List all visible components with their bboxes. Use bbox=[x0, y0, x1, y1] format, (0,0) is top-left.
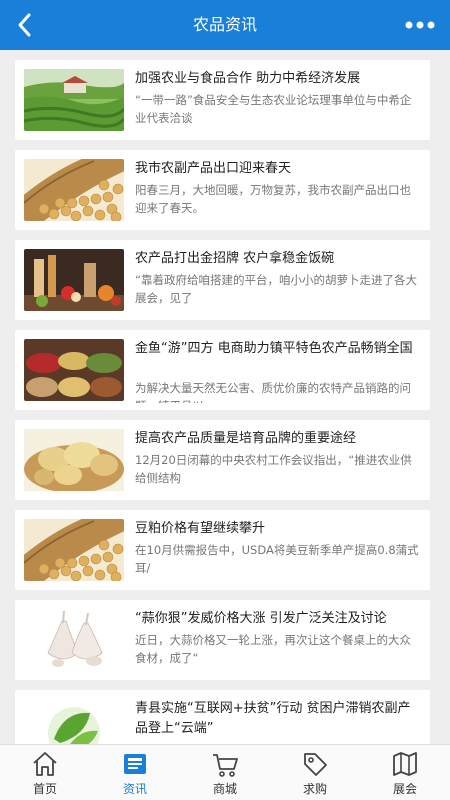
tab-label: 首页 bbox=[32, 782, 57, 796]
garlic-image bbox=[24, 609, 124, 671]
tab-label: 展会 bbox=[392, 782, 417, 796]
tab-mall[interactable]: 商城 bbox=[180, 745, 270, 800]
tab-label: 资讯 bbox=[122, 782, 147, 796]
news-title: 加强农业与食品合作 助力中希经济发展 bbox=[135, 71, 361, 86]
tab-label: 商城 bbox=[212, 782, 237, 796]
tab-label: 求购 bbox=[302, 782, 327, 796]
news-title: 我市农副产品出口迎来春天 bbox=[135, 161, 292, 176]
news-desc: 为解决大量天然无公害、质优价廉的农特产品销路的问题，镇平县以 bbox=[135, 381, 411, 403]
news-title: 青县实施“互联网+扶贫”行动 贫困户滞销农副产品登上“云端” bbox=[135, 701, 411, 736]
news-desc: 阳春三月，大地回暖，万物复苏，我市农副产品出口也迎来了春天。 bbox=[135, 183, 411, 215]
news-card[interactable]: “蒜你狠”发威价格大涨 引发广泛关注及讨论 近日，大蒜价格又一轮上涨，再次让这个… bbox=[15, 600, 430, 680]
market-baskets-image bbox=[24, 339, 124, 401]
produce-display-image bbox=[24, 249, 124, 311]
tab-news[interactable]: 资讯 bbox=[90, 745, 180, 800]
news-desc: “靠着政府给咱搭建的平台，咱小小的胡萝卜走进了各大展会，见了 bbox=[135, 273, 417, 305]
news-desc: 在10月供需报告中，USDA将美豆新季单产提高0.8蒲式耳/ bbox=[135, 543, 419, 575]
news-desc: 近日，大蒜价格又一轮上涨，再次让这个餐桌上的大众食材，成了“ bbox=[135, 633, 411, 665]
page-title: 农品资讯 bbox=[192, 15, 257, 34]
soybeans-basket-image bbox=[24, 519, 124, 581]
news-title: “蒜你狠”发威价格大涨 引发广泛关注及讨论 bbox=[135, 611, 387, 626]
news-card[interactable]: 青县实施“互联网+扶贫”行动 贫困户滞销农副产品登上“云端” bbox=[15, 690, 430, 744]
news-desc: 12月20日闭幕的中央农村工作会议指出，“推进农业供给侧结构 bbox=[135, 453, 412, 485]
tab-home[interactable]: 首页 bbox=[0, 745, 90, 800]
news-card[interactable]: 金鱼“游”四方 电商助力镇平特色农产品畅销全国 为解决大量天然无公害、质优价廉的… bbox=[15, 330, 430, 410]
news-desc: “一带一路”食品安全与生态农业论坛理事单位与中希企业代表洽谈 bbox=[135, 93, 412, 125]
news-title: 金鱼“游”四方 电商助力镇平特色农产品畅销全国 bbox=[135, 341, 413, 356]
news-title: 提高农产品质量是培育品牌的重要途经 bbox=[135, 431, 357, 446]
tea-plantation-image bbox=[24, 69, 124, 131]
news-list: 加强农业与食品合作 助力中希经济发展 “一带一路”食品安全与生态农业论坛理事单位… bbox=[0, 50, 450, 744]
news-card[interactable]: 加强农业与食品合作 助力中希经济发展 “一带一路”食品安全与生态农业论坛理事单位… bbox=[15, 60, 430, 140]
news-card[interactable]: 豆粕价格有望继续攀升 在10月供需报告中，USDA将美豆新季单产提高0.8蒲式耳… bbox=[15, 510, 430, 590]
bottom-tab-bar: 首页 资讯 商城 求购 展会 bbox=[0, 744, 450, 800]
tab-exhibition[interactable]: 展会 bbox=[360, 745, 450, 800]
map-icon bbox=[393, 752, 417, 776]
top-bar: 农品资讯 bbox=[0, 0, 450, 50]
news-title: 豆粕价格有望继续攀升 bbox=[135, 521, 266, 536]
news-card[interactable]: 提高农产品质量是培育品牌的重要途经 12月20日闭幕的中央农村工作会议指出，“推… bbox=[15, 420, 430, 500]
cart-icon bbox=[213, 754, 238, 777]
tab-purchase[interactable]: 求购 bbox=[270, 745, 360, 800]
more-dots-icon[interactable] bbox=[404, 18, 436, 32]
news-title: 农产品打出金招牌 农户拿稳金饭碗 bbox=[135, 251, 335, 266]
news-card[interactable]: 我市农副产品出口迎来春天 阳春三月，大地回暖，万物复苏，我市农副产品出口也迎来了… bbox=[15, 150, 430, 230]
potatoes-image bbox=[24, 429, 124, 491]
news-card[interactable]: 农产品打出金招牌 农户拿稳金饭碗 “靠着政府给咱搭建的平台，咱小小的胡萝卜走进了… bbox=[15, 240, 430, 320]
tag-icon bbox=[304, 753, 327, 776]
home-icon bbox=[33, 752, 57, 776]
news-icon bbox=[124, 754, 146, 774]
soybeans-basket-image bbox=[24, 159, 124, 221]
green-logo-image bbox=[24, 699, 124, 744]
